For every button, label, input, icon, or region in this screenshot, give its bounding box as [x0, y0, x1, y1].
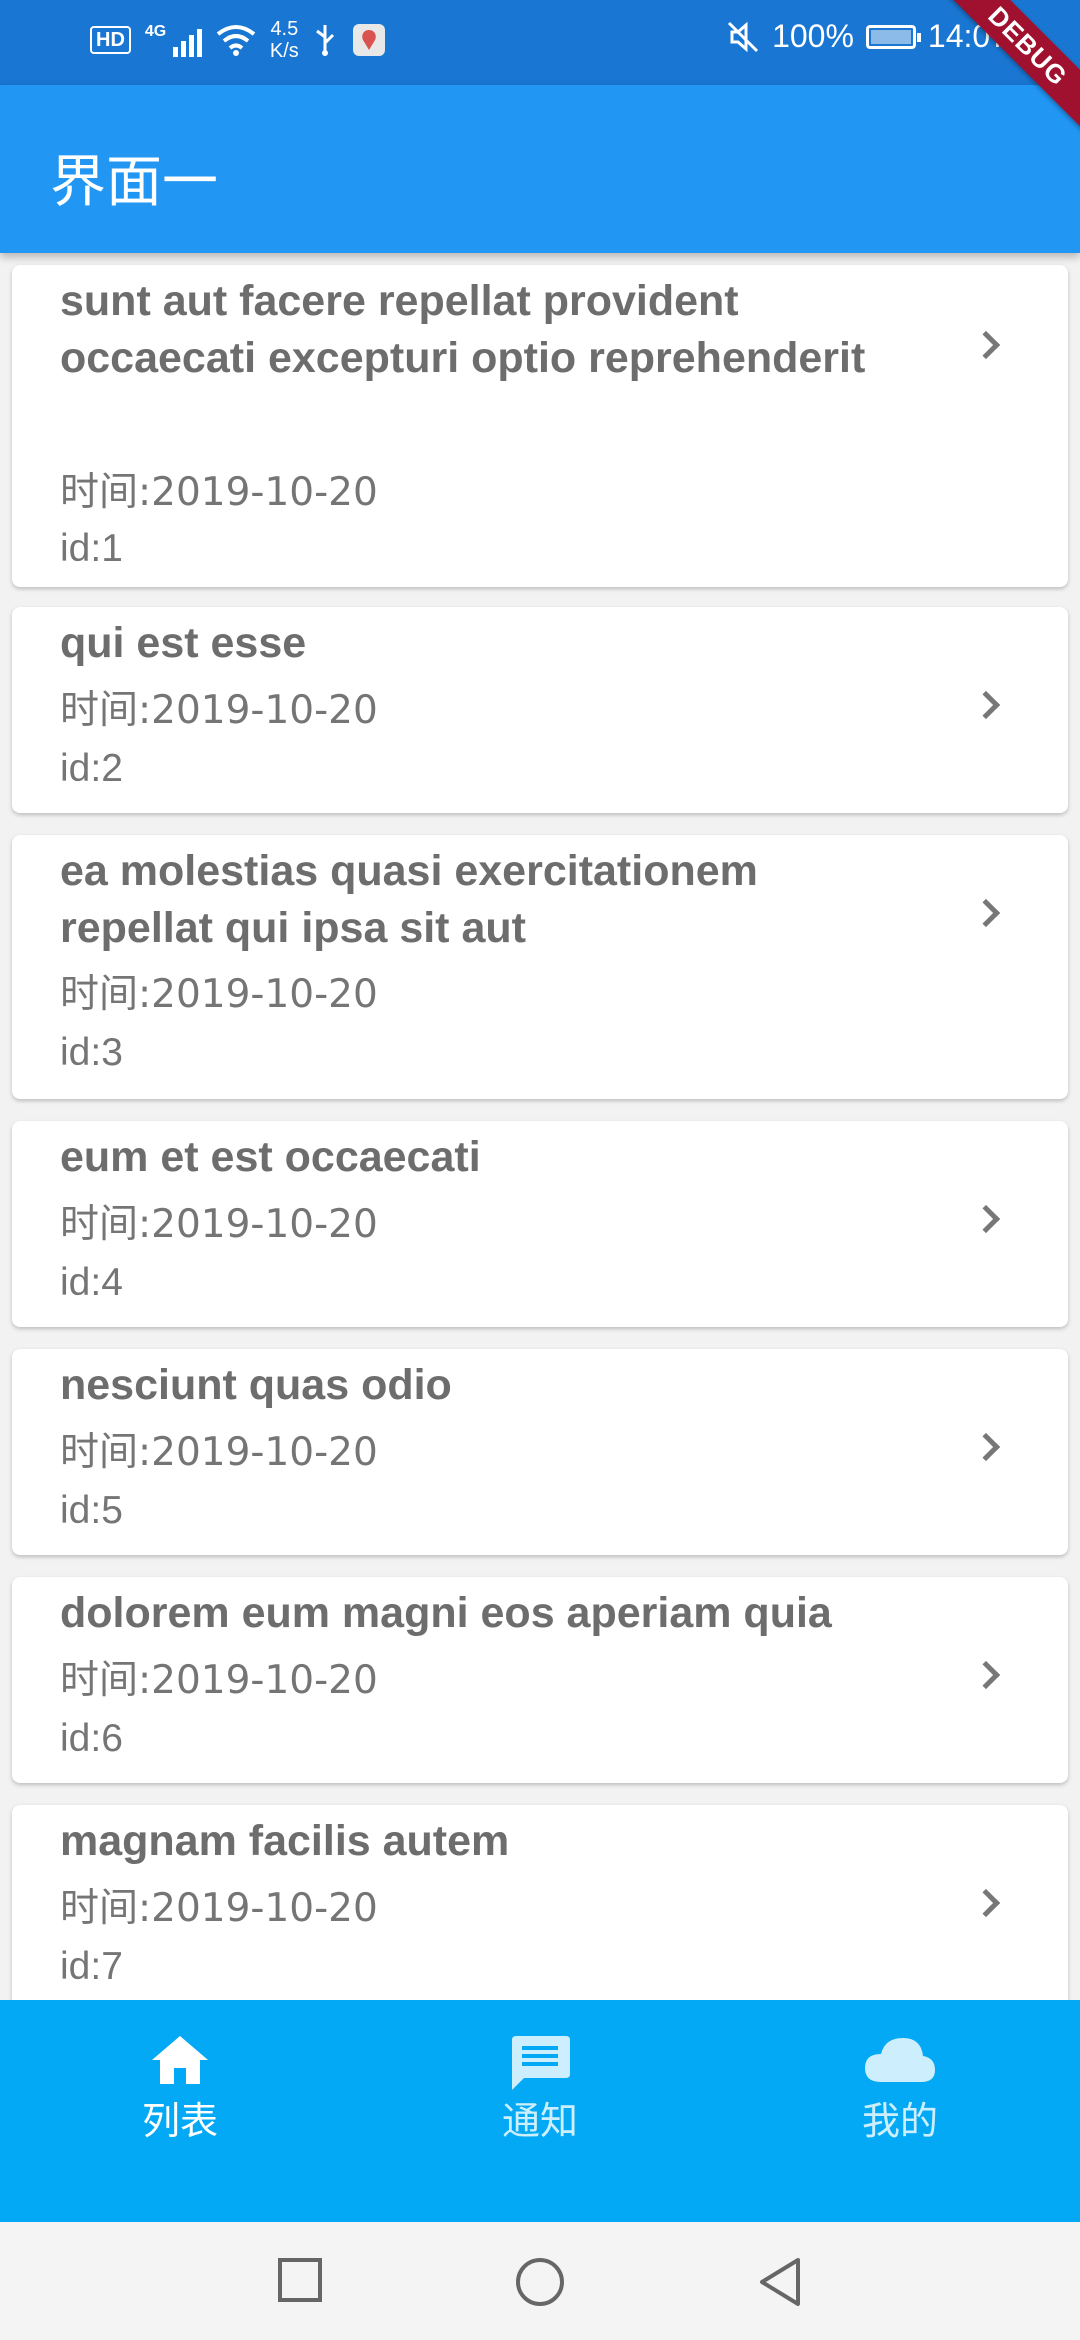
home-circle-icon[interactable] [514, 2256, 566, 2308]
item-title: ea molestias quasi exercitationem repell… [60, 847, 758, 952]
hd-badge: HD [90, 26, 131, 54]
chevron-right-icon[interactable] [971, 1660, 1001, 1690]
speed-unit: K/s [269, 40, 299, 62]
mute-icon [728, 21, 759, 52]
list-item[interactable]: nesciunt quas odio 时间:2019-10-20 id:5 [12, 1349, 1068, 1555]
item-time: 时间:2019-10-20 [60, 1430, 378, 1475]
item-id: id:4 [60, 1261, 123, 1304]
item-id: id:6 [60, 1717, 123, 1760]
item-title: dolorem eum magni eos aperiam quia [60, 1589, 832, 1637]
message-icon [512, 2036, 570, 2090]
system-nav-bar [0, 2222, 1080, 2340]
signal-icon: 4G [145, 23, 202, 57]
usb-icon [315, 25, 334, 56]
list-item[interactable]: sunt aut facere repellat provident occae… [12, 265, 1068, 587]
item-title: magnam facilis autem [60, 1817, 510, 1865]
list-item[interactable]: dolorem eum magni eos aperiam quia 时间:20… [12, 1577, 1068, 1783]
chevron-right-icon[interactable] [971, 898, 1001, 928]
item-title: nesciunt quas odio [60, 1361, 452, 1409]
item-title: sunt aut facere repellat provident occae… [60, 277, 866, 382]
chevron-right-icon[interactable] [971, 1432, 1001, 1462]
list-item[interactable]: eum et est occaecati 时间:2019-10-20 id:4 [12, 1121, 1068, 1327]
item-id: id:2 [60, 747, 123, 790]
item-id: id:1 [60, 527, 123, 570]
wifi-icon [216, 25, 256, 56]
item-title: qui est esse [60, 619, 307, 667]
speed-value: 4.5 [270, 18, 299, 40]
network-type: 4G [144, 23, 167, 40]
screen: HD 4G 4.5 K/s 100% 14:07 DEBUG 界面一 sunt … [0, 0, 1080, 2340]
nav-label: 通知 [501, 2099, 578, 2143]
post-list[interactable]: sunt aut facere repellat provident occae… [0, 253, 1080, 2000]
item-time: 时间:2019-10-20 [60, 1202, 378, 1247]
item-id: id:3 [60, 1031, 123, 1074]
nav-tab-profile[interactable]: 我的 [720, 2000, 1080, 2222]
item-time: 时间:2019-10-20 [60, 972, 378, 1017]
list-item[interactable]: ea molestias quasi exercitationem repell… [12, 835, 1068, 1099]
status-bar: HD 4G 4.5 K/s 100% 14:07 [0, 0, 1080, 85]
item-time: 时间:2019-10-20 [60, 688, 378, 733]
battery-icon [865, 24, 921, 49]
cloud-icon [865, 2038, 935, 2082]
back-icon[interactable] [756, 2256, 804, 2308]
item-time: 时间:2019-10-20 [60, 1886, 378, 1931]
list-item[interactable]: magnam facilis autem 时间:2019-10-20 id:7 [12, 1805, 1068, 2000]
item-title: eum et est occaecati [60, 1133, 481, 1181]
nav-tab-notifications[interactable]: 通知 [360, 2000, 720, 2222]
app-bar: 界面一 [0, 85, 1080, 253]
bottom-nav: 列表 通知 我的 [0, 2000, 1080, 2222]
chevron-right-icon[interactable] [971, 1204, 1001, 1234]
page-title: 界面一 [50, 150, 218, 215]
app-notification-icon [352, 24, 385, 56]
nav-tab-list[interactable]: 列表 [0, 2000, 360, 2222]
battery-percent: 100% [772, 18, 854, 54]
recents-icon[interactable] [276, 2256, 324, 2304]
item-time: 时间:2019-10-20 [60, 470, 378, 515]
chevron-right-icon[interactable] [971, 690, 1001, 720]
item-time: 时间:2019-10-20 [60, 1658, 378, 1703]
home-icon [152, 2036, 208, 2084]
status-left: HD 4G 4.5 K/s [90, 18, 387, 62]
nav-label: 我的 [861, 2099, 938, 2143]
nav-label: 列表 [141, 2099, 218, 2143]
network-speed: 4.5 K/s [270, 18, 299, 62]
item-id: id:5 [60, 1489, 123, 1532]
item-id: id:7 [60, 1945, 123, 1988]
list-item[interactable]: qui est esse 时间:2019-10-20 id:2 [12, 607, 1068, 813]
status-right: 100% 14:07 [726, 18, 1008, 55]
chevron-right-icon[interactable] [971, 1888, 1001, 1918]
chevron-right-icon[interactable] [971, 330, 1001, 360]
